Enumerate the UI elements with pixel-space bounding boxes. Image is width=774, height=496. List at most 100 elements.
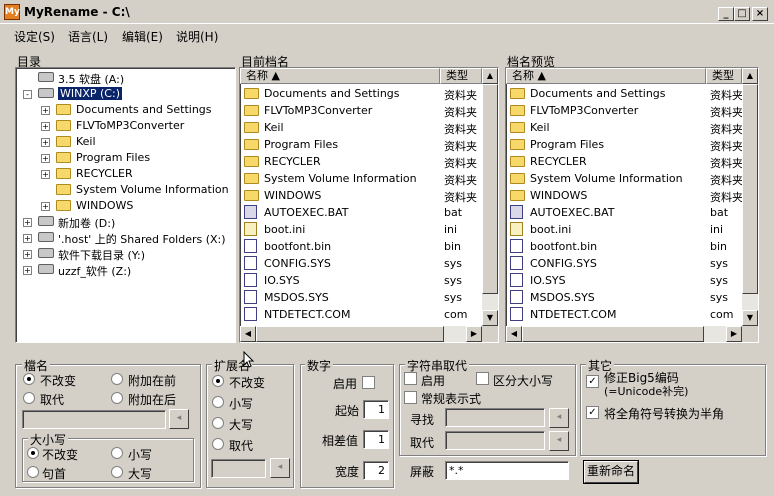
file-row[interactable]: IO.SYS sys (240, 272, 482, 289)
ext-lower-radio[interactable] (212, 396, 224, 408)
file-row[interactable]: FLVToMP3Converter 资料夹 (240, 102, 482, 119)
current-horizontal-scrollbar[interactable]: ◀ ▶ (240, 326, 482, 342)
tree-item[interactable]: + 软件下载目录 (Y:) (16, 246, 235, 262)
case-lower-radio[interactable] (111, 447, 123, 459)
tree-item[interactable]: + FLVToMP3Converter (16, 118, 235, 134)
maximize-button[interactable]: □ (734, 7, 750, 21)
file-row[interactable]: NTDETECT.COM com (240, 306, 482, 323)
number-step-input[interactable]: 1 (363, 430, 389, 449)
file-row[interactable]: System Volume Information 资料夹 (240, 170, 482, 187)
ext-input[interactable] (211, 459, 266, 478)
scroll-right-icon[interactable]: ▶ (466, 326, 482, 342)
filename-input[interactable] (22, 410, 166, 429)
file-row[interactable]: boot.ini ini (506, 221, 742, 238)
file-row[interactable]: Documents and Settings 资料夹 (506, 85, 743, 102)
scroll-thumb[interactable] (256, 326, 444, 342)
preview-header-type[interactable]: 类型 (706, 68, 742, 84)
file-row[interactable]: Documents and Settings 资料夹 (240, 85, 482, 102)
expand-icon[interactable]: + (41, 106, 50, 115)
expand-icon[interactable]: + (23, 218, 32, 227)
filename-append-radio[interactable] (111, 392, 123, 404)
expand-icon[interactable]: + (23, 250, 32, 259)
scroll-right-icon[interactable]: ▶ (726, 326, 742, 342)
minimize-button[interactable]: _ (718, 7, 734, 21)
case-unchanged-radio[interactable] (27, 447, 39, 459)
tree-item[interactable]: + Keil (16, 134, 235, 150)
tree-item[interactable]: + WINDOWS (16, 198, 235, 214)
current-vertical-scrollbar[interactable]: ▲ ▼ (482, 68, 498, 326)
file-row[interactable]: RECYCLER 资料夹 (240, 153, 482, 170)
file-row[interactable]: NTDETECT.COM com (506, 306, 742, 323)
tree-item[interactable]: 3.5 软盘 (A:) (16, 70, 235, 86)
replace-find-insert-button[interactable]: ◂ (549, 408, 569, 428)
file-row[interactable]: Program Files 资料夹 (506, 136, 743, 153)
replace-enable-checkbox[interactable] (404, 372, 417, 385)
scroll-thumb[interactable] (522, 326, 704, 342)
file-row[interactable]: bootfont.bin bin (506, 238, 742, 255)
expand-icon[interactable]: + (41, 170, 50, 179)
current-files-list[interactable]: 名称 ▲ 类型 Documents and Settings 资料夹 FLVToMP3C… (239, 67, 499, 343)
menu-language[interactable]: 语言(L) (68, 28, 108, 45)
expand-icon[interactable]: + (41, 138, 50, 147)
filename-unchanged-radio[interactable] (23, 373, 35, 385)
scroll-down-icon[interactable]: ▼ (482, 310, 498, 326)
replace-regex-checkbox[interactable] (404, 391, 417, 404)
expand-icon[interactable]: + (23, 234, 32, 243)
close-button[interactable]: × (752, 7, 768, 21)
file-row[interactable]: AUTOEXEC.BAT bat (240, 204, 482, 221)
current-header-name[interactable]: 名称 ▲ (240, 68, 440, 84)
tree-item[interactable]: System Volume Information (16, 182, 235, 198)
menu-settings[interactable]: 设定(S) (14, 28, 55, 45)
scroll-left-icon[interactable]: ◀ (240, 326, 256, 342)
replace-with-input[interactable] (445, 431, 545, 450)
number-width-input[interactable]: 2 (363, 461, 389, 480)
tree-item[interactable]: + uzzf_软件 (Z:) (16, 262, 235, 278)
filename-replace-radio[interactable] (23, 392, 35, 404)
ext-insert-button[interactable]: ◂ (270, 458, 290, 478)
file-row[interactable]: IO.SYS sys (506, 272, 742, 289)
scroll-down-icon[interactable]: ▼ (742, 310, 758, 326)
file-row[interactable]: Program Files 资料夹 (240, 136, 482, 153)
expand-icon[interactable]: + (41, 154, 50, 163)
file-row[interactable]: bootfont.bin bin (240, 238, 482, 255)
file-row[interactable]: WINDOWS 资料夹 (506, 187, 743, 204)
preview-vertical-scrollbar[interactable]: ▲ ▼ (742, 68, 758, 326)
file-row[interactable]: boot.ini ini (240, 221, 482, 238)
file-row[interactable]: System Volume Information 资料夹 (506, 170, 743, 187)
replace-with-insert-button[interactable]: ◂ (549, 431, 569, 451)
replace-case-checkbox[interactable] (476, 372, 489, 385)
scroll-up-icon[interactable]: ▲ (742, 68, 758, 84)
ext-upper-radio[interactable] (212, 417, 224, 429)
collapse-icon[interactable]: - (23, 90, 32, 99)
scroll-thumb[interactable] (742, 84, 758, 294)
number-enable-checkbox[interactable] (362, 376, 375, 389)
case-upper-radio[interactable] (111, 466, 123, 478)
file-row[interactable]: WINDOWS 资料夹 (240, 187, 482, 204)
big5-fix-checkbox[interactable]: ✓ (586, 375, 599, 388)
file-row[interactable]: FLVToMP3Converter 资料夹 (506, 102, 743, 119)
rename-button[interactable]: 重新命名 (583, 460, 639, 484)
file-row[interactable]: CONFIG.SYS sys (240, 255, 482, 272)
preview-horizontal-scrollbar[interactable]: ◀ ▶ (506, 326, 742, 342)
file-row[interactable]: CONFIG.SYS sys (506, 255, 742, 272)
file-row[interactable]: Keil 资料夹 (506, 119, 743, 136)
mask-input[interactable]: *.* (445, 461, 569, 480)
ext-unchanged-radio[interactable] (212, 375, 224, 387)
menu-edit[interactable]: 编辑(E) (122, 28, 163, 45)
filename-insert-button[interactable]: ◂ (169, 409, 189, 429)
scroll-up-icon[interactable]: ▲ (482, 68, 498, 84)
tree-item[interactable]: + RECYCLER (16, 166, 235, 182)
file-row[interactable]: Keil 资料夹 (240, 119, 482, 136)
fullwidth-convert-checkbox[interactable]: ✓ (586, 406, 599, 419)
menu-help[interactable]: 说明(H) (176, 28, 218, 45)
filename-prepend-radio[interactable] (111, 373, 123, 385)
scroll-thumb[interactable] (482, 84, 498, 294)
expand-icon[interactable]: + (41, 122, 50, 131)
preview-header-name[interactable]: 名称 ▲ (506, 68, 706, 84)
file-row[interactable]: RECYCLER 资料夹 (506, 153, 743, 170)
preview-files-list[interactable]: 名称 ▲ 类型 Documents and Settings 资料夹 FLVToMP3C… (505, 67, 759, 343)
scroll-left-icon[interactable]: ◀ (506, 326, 522, 342)
file-row[interactable]: MSDOS.SYS sys (506, 289, 742, 306)
ext-replace-radio[interactable] (212, 438, 224, 450)
replace-find-input[interactable] (445, 408, 545, 427)
